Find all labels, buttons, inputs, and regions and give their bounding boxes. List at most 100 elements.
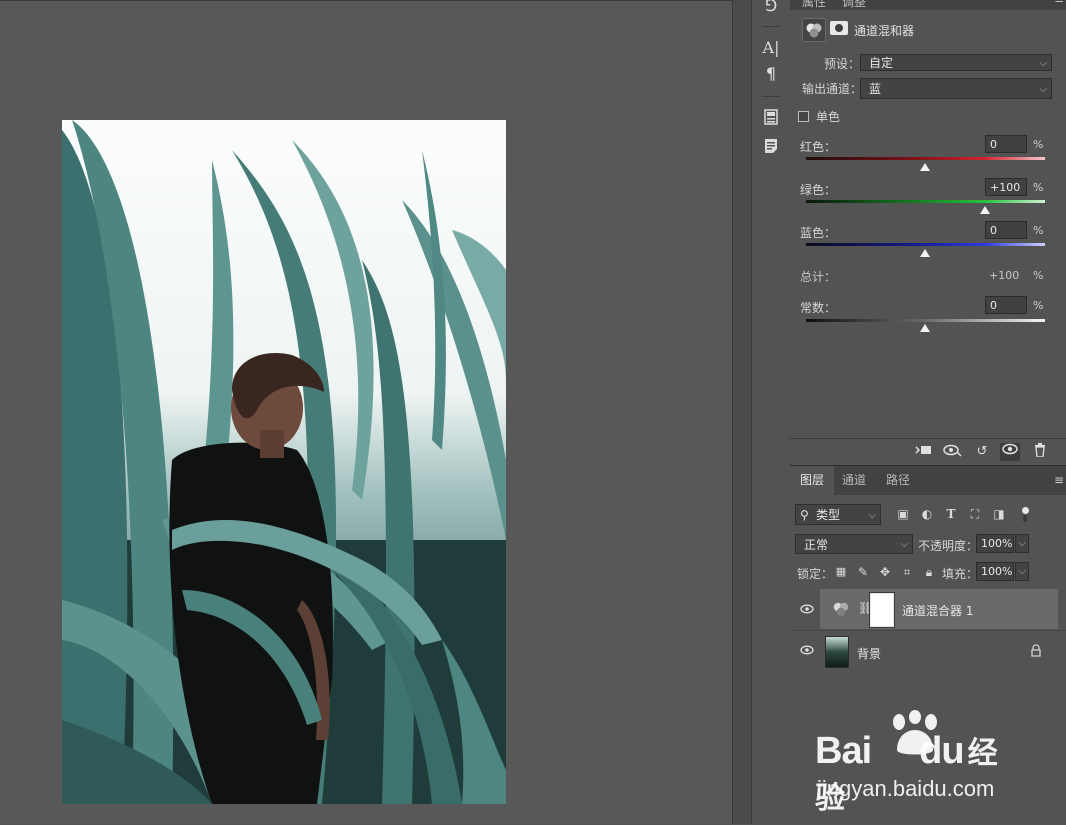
- baidu-watermark: Bai du 经验 jingyan.baidu.com: [815, 710, 1015, 815]
- chevron-down-icon: ⌵: [1018, 538, 1026, 549]
- character-icon[interactable]: A|: [759, 36, 783, 60]
- layer-row-background[interactable]: 背景: [790, 630, 1066, 671]
- layer-thumbnail: [825, 636, 849, 668]
- chevron-down-icon: ⌵: [900, 539, 908, 550]
- red-slider-thumb[interactable]: [920, 163, 930, 171]
- monochrome-checkbox[interactable]: [798, 111, 809, 122]
- layer-name[interactable]: 通道混合器 1: [902, 602, 973, 619]
- lock-icon: [1030, 644, 1042, 660]
- layer-row-channel-mixer[interactable]: ⛓ 通道混合器 1: [820, 589, 1058, 629]
- layer-mask-thumbnail[interactable]: [869, 592, 895, 628]
- clip-to-layer-icon[interactable]: [914, 443, 934, 461]
- document-canvas[interactable]: [0, 0, 732, 824]
- lock-artboard-icon[interactable]: ⌗: [898, 563, 916, 581]
- fill-input[interactable]: 100%: [976, 562, 1014, 581]
- tab-channels[interactable]: 通道: [832, 466, 876, 495]
- blue-slider-track[interactable]: [806, 243, 1045, 246]
- properties-panel: 属性 调整 ≡ 通道混和器 预设： 自定 ⌵ 输出通道： 蓝 ⌵ 单色 红色： …: [790, 0, 1066, 464]
- green-label: 绿色：: [800, 183, 837, 197]
- green-slider-track[interactable]: [806, 200, 1045, 203]
- blue-percent: %: [1033, 224, 1044, 237]
- green-value-input[interactable]: +100: [985, 178, 1027, 196]
- paragraph-icon[interactable]: ¶: [759, 62, 783, 86]
- chevron-down-icon: ⌵: [1018, 566, 1026, 577]
- properties-header: 通道混和器: [800, 18, 1060, 42]
- red-slider-track[interactable]: [806, 157, 1045, 160]
- filter-adjustment-icon[interactable]: ◐: [918, 505, 936, 523]
- layer-filter-value: 类型: [816, 508, 841, 522]
- blend-mode-dropdown[interactable]: 正常 ⌵: [795, 534, 913, 554]
- tab-paths[interactable]: 路径: [876, 466, 920, 495]
- layer-filter-dropdown[interactable]: ⚲ 类型 ⌵: [795, 504, 881, 525]
- preset-dropdown[interactable]: 自定 ⌵: [860, 54, 1052, 71]
- red-label: 红色：: [800, 140, 837, 154]
- opacity-input[interactable]: 100%: [976, 534, 1014, 553]
- notes-icon[interactable]: [759, 134, 783, 158]
- panel-menu-icon[interactable]: ≡: [1054, 0, 1064, 6]
- constant-slider-track[interactable]: [806, 319, 1045, 322]
- panel-menu-icon[interactable]: ≡: [1054, 473, 1064, 487]
- document-image[interactable]: [62, 120, 506, 804]
- preset-value: 自定: [869, 56, 894, 70]
- filter-toggle-icon[interactable]: [1020, 506, 1030, 522]
- tab-properties[interactable]: 属性: [802, 0, 826, 10]
- red-value-input[interactable]: 0: [985, 135, 1027, 153]
- eye-icon[interactable]: [1000, 443, 1020, 461]
- fill-label: 填充：: [942, 567, 979, 581]
- layer-name[interactable]: 背景: [857, 645, 881, 662]
- channel-mixer-icon[interactable]: [802, 18, 826, 42]
- chevron-down-icon: ⌵: [868, 510, 876, 521]
- blend-mode-value: 正常: [804, 538, 829, 552]
- total-value: +100: [989, 269, 1020, 282]
- properties-icon[interactable]: [759, 105, 783, 129]
- constant-label: 常数：: [800, 301, 837, 315]
- green-slider-thumb[interactable]: [980, 206, 990, 214]
- properties-tabbar: 属性 调整 ≡: [790, 0, 1066, 10]
- constant-value-input[interactable]: 0: [985, 296, 1027, 314]
- red-percent: %: [1033, 138, 1044, 151]
- constant-slider-thumb[interactable]: [920, 324, 930, 332]
- fill-dropdown[interactable]: ⌵: [1015, 562, 1029, 581]
- search-icon: ⚲: [800, 508, 809, 522]
- lock-all-icon[interactable]: 🔒︎: [920, 563, 938, 581]
- watermark-brand-du: du: [919, 730, 964, 772]
- lock-transparent-icon[interactable]: ▦: [832, 563, 850, 581]
- dock-separator: [762, 26, 780, 27]
- eye-icon[interactable]: [800, 644, 814, 658]
- filter-shape-icon[interactable]: ⛶: [966, 505, 984, 523]
- blue-label: 蓝色：: [800, 226, 837, 240]
- tab-adjustments[interactable]: 调整: [842, 0, 866, 10]
- total-label: 总计：: [800, 270, 837, 284]
- canvas-border: [0, 0, 732, 1]
- canvas-scroll-gutter: [732, 0, 751, 824]
- output-channel-value: 蓝: [869, 82, 882, 96]
- dock-separator: [762, 96, 780, 97]
- history-icon[interactable]: ⅁: [759, 0, 783, 18]
- reset-icon[interactable]: ↺: [972, 443, 992, 461]
- total-percent: %: [1033, 269, 1044, 282]
- lock-label: 锁定：: [797, 567, 834, 581]
- opacity-dropdown[interactable]: ⌵: [1015, 534, 1029, 553]
- trash-icon[interactable]: [1030, 443, 1050, 461]
- lock-image-pixels-icon[interactable]: ✎: [854, 563, 872, 581]
- filter-smart-object-icon[interactable]: ◨: [990, 505, 1008, 523]
- eye-icon[interactable]: [800, 603, 814, 617]
- blue-slider-thumb[interactable]: [920, 249, 930, 257]
- layers-tabbar: 图层 通道 路径 ≡: [790, 466, 1066, 495]
- opacity-label: 不透明度：: [918, 539, 979, 553]
- output-channel-dropdown[interactable]: 蓝 ⌵: [860, 78, 1052, 99]
- watermark-url: jingyan.baidu.com: [817, 776, 995, 801]
- filter-pixel-icon[interactable]: ▣: [894, 505, 912, 523]
- green-percent: %: [1033, 181, 1044, 194]
- channel-mixer-icon: [832, 601, 850, 620]
- tab-layers[interactable]: 图层: [790, 466, 835, 495]
- mask-icon[interactable]: [830, 21, 848, 35]
- chevron-down-icon: ⌵: [1039, 84, 1047, 95]
- cornfield-photo: [62, 120, 506, 804]
- adjustment-title: 通道混和器: [854, 24, 915, 38]
- filter-type-icon[interactable]: T: [942, 505, 960, 523]
- blue-value-input[interactable]: 0: [985, 221, 1027, 239]
- lock-position-icon[interactable]: ✥: [876, 563, 894, 581]
- constant-percent: %: [1033, 299, 1044, 312]
- view-previous-state-icon[interactable]: [943, 443, 963, 461]
